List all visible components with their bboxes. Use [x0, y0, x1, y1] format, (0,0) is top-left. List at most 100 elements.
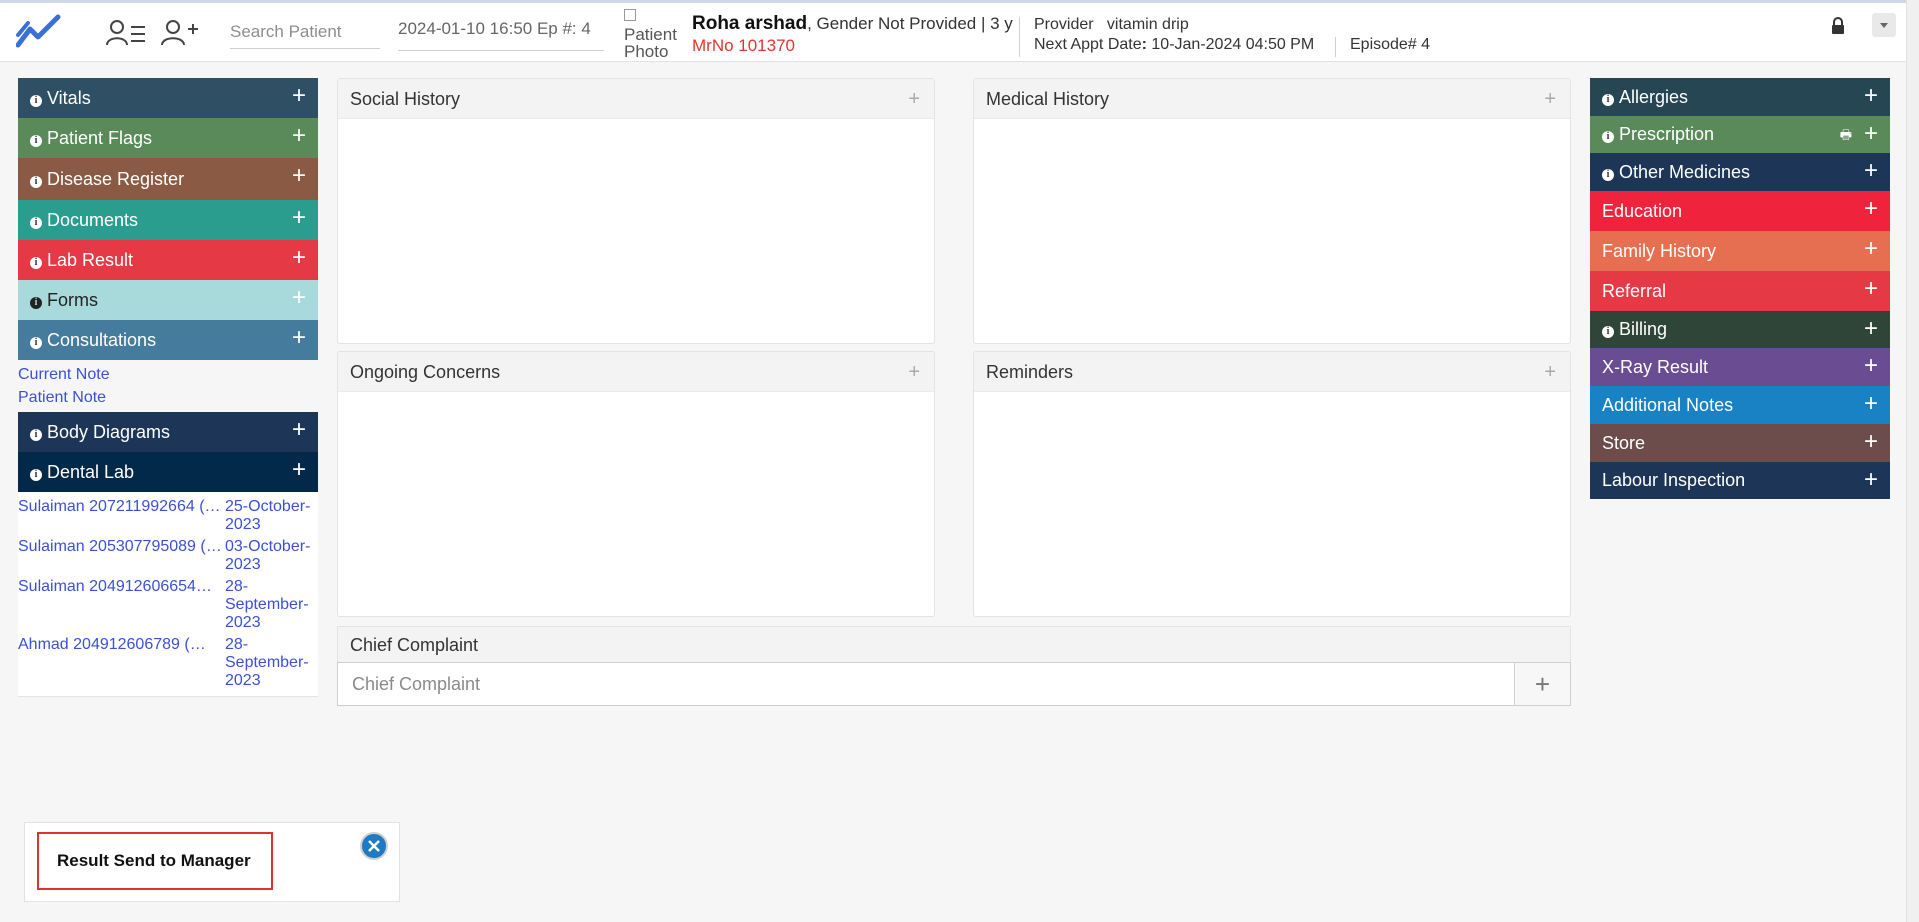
left_menu-item-label: Documents: [47, 210, 139, 230]
appt-label: Next Appt Date: [1034, 36, 1142, 53]
add-icon[interactable]: +: [1864, 462, 1878, 498]
patient-summary: Roha arshad, Gender Not Provided | 3 y: [692, 13, 1013, 35]
patient-list-icon[interactable]: [105, 17, 147, 49]
social-history-panel: Social History +: [337, 78, 935, 344]
link-current-note[interactable]: Current Note: [18, 363, 318, 386]
print-icon[interactable]: 🖶: [1840, 116, 1852, 154]
add-icon[interactable]: +: [1864, 311, 1878, 347]
ongoing-concerns-title: Ongoing Concerns: [350, 362, 501, 382]
link-patient-note[interactable]: Patient Note: [18, 386, 318, 409]
add-icon[interactable]: +: [1864, 386, 1878, 422]
info-icon[interactable]: i: [1602, 94, 1614, 106]
close-icon[interactable]: [359, 831, 389, 861]
patient-photo-alt: Patient Photo: [624, 25, 677, 61]
right_menu-item-other-medicines[interactable]: i Other Medicines +: [1590, 153, 1890, 191]
dental-lab-list: Sulaiman 207211992664 (… 25-October-2023 S…: [18, 492, 318, 697]
left_menu-item-label: Lab Result: [47, 250, 134, 270]
right_menu-item-label: Referral: [1602, 281, 1667, 301]
left_menu-item-disease-register[interactable]: i Disease Register +: [18, 158, 318, 200]
right_menu-item-education[interactable]: Education +: [1590, 191, 1890, 231]
info-icon[interactable]: i: [30, 95, 42, 107]
episode-select[interactable]: 2024-01-10 16:50 Ep #: 4: [398, 15, 604, 51]
right_menu-item-label: Labour Inspection: [1602, 470, 1746, 490]
info-icon[interactable]: i: [30, 469, 42, 481]
add-icon[interactable]: +: [292, 320, 306, 356]
left_menu-item-consultations[interactable]: i Consultations +: [18, 320, 318, 360]
left_menu-item-patient-flags[interactable]: i Patient Flags +: [18, 118, 318, 158]
add-icon[interactable]: +: [292, 412, 306, 448]
right_menu-item-store[interactable]: Store +: [1590, 424, 1890, 462]
info-icon[interactable]: i: [30, 337, 42, 349]
right_menu-item-additional-notes[interactable]: Additional Notes +: [1590, 386, 1890, 424]
left_menu-item-vitals[interactable]: i Vitals +: [18, 78, 318, 118]
provider-info: Provider vitamin drip: [1034, 16, 1189, 34]
list-item[interactable]: Sulaiman 205307795089 (… 03-October-2023: [18, 536, 318, 576]
patient-info: , Gender Not Provided | 3 y: [807, 14, 1013, 33]
info-icon[interactable]: i: [30, 429, 42, 441]
list-item[interactable]: Ahmad 204912606789 (… 28-September-2023: [18, 634, 318, 692]
right_menu-item-referral[interactable]: Referral +: [1590, 271, 1890, 311]
add-icon[interactable]: +: [292, 452, 306, 488]
app-logo-icon[interactable]: [16, 13, 62, 49]
lab-entry-date: 25-October-2023: [225, 498, 311, 533]
reminders-title: Reminders: [986, 362, 1074, 382]
info-icon[interactable]: i: [1602, 169, 1614, 181]
chief-complaint-input[interactable]: [338, 663, 1514, 705]
dropdown-caret-icon[interactable]: [1872, 13, 1896, 37]
add-icon[interactable]: +: [1864, 348, 1878, 384]
right_menu-item-prescription[interactable]: i Prescription 🖶 +: [1590, 116, 1890, 153]
left_menu2-item-dental-lab[interactable]: i Dental Lab +: [18, 452, 318, 492]
right-menu: i Allergies + i Prescription 🖶 + i Other Medicin…: [1590, 78, 1890, 499]
right_menu-item-label: Allergies: [1619, 87, 1689, 107]
lock-icon[interactable]: [1830, 17, 1846, 35]
next-appt-info: Next Appt Date: 10-Jan-2024 04:50 PM: [1034, 36, 1315, 53]
add-icon[interactable]: +: [1864, 424, 1878, 460]
page-scrollbar[interactable]: [1906, 0, 1919, 922]
add-icon[interactable]: +: [1864, 231, 1878, 267]
add-icon[interactable]: +: [292, 280, 306, 316]
add-icon[interactable]: +: [1864, 271, 1878, 307]
provider-label: Provider: [1034, 16, 1094, 33]
appt-value: 10-Jan-2024 04:50 PM: [1151, 36, 1315, 53]
info-icon[interactable]: i: [30, 135, 42, 147]
add-chief-complaint-button[interactable]: +: [1514, 663, 1570, 705]
info-icon[interactable]: i: [1602, 326, 1614, 338]
right_menu-item-billing[interactable]: i Billing +: [1590, 311, 1890, 348]
left_menu-item-label: Consultations: [47, 330, 157, 350]
add-medical-history-icon[interactable]: +: [1544, 79, 1556, 119]
add-reminder-icon[interactable]: +: [1544, 352, 1556, 392]
info-icon[interactable]: i: [30, 217, 42, 229]
right_menu-item-x-ray-result[interactable]: X-Ray Result +: [1590, 348, 1890, 386]
add-icon[interactable]: +: [1864, 153, 1878, 189]
add-icon[interactable]: +: [292, 118, 306, 154]
search-patient-input[interactable]: [230, 15, 380, 49]
left_menu-item-lab-result[interactable]: i Lab Result +: [18, 240, 318, 280]
add-icon[interactable]: +: [1864, 116, 1878, 152]
right_menu-item-labour-inspection[interactable]: Labour Inspection +: [1590, 462, 1890, 499]
medical-history-title: Medical History: [986, 89, 1110, 109]
add-icon[interactable]: +: [292, 78, 306, 114]
left-menu: i Vitals + i Patient Flags + i Disease Register…: [18, 78, 318, 697]
add-icon[interactable]: +: [292, 200, 306, 236]
info-icon[interactable]: i: [30, 257, 42, 269]
left_menu-item-documents[interactable]: i Documents +: [18, 200, 318, 240]
info-icon[interactable]: i: [1602, 131, 1614, 143]
add-ongoing-concern-icon[interactable]: +: [908, 352, 920, 392]
left_menu2-item-body-diagrams[interactable]: i Body Diagrams +: [18, 412, 318, 452]
right_menu-item-family-history[interactable]: Family History +: [1590, 231, 1890, 271]
add-icon[interactable]: +: [1864, 78, 1878, 114]
right_menu-item-label: Billing: [1619, 319, 1668, 339]
social-history-title: Social History: [350, 89, 461, 109]
add-patient-icon[interactable]: [160, 17, 202, 49]
add-icon[interactable]: +: [292, 240, 306, 276]
list-item[interactable]: Sulaiman 204912606654… 28-September-2023: [18, 576, 318, 634]
add-icon[interactable]: +: [1864, 191, 1878, 227]
add-social-history-icon[interactable]: +: [908, 79, 920, 119]
lab-entry-name: Ahmad 204912606789 (…: [18, 636, 206, 653]
info-icon[interactable]: i: [30, 297, 42, 309]
right_menu-item-allergies[interactable]: i Allergies +: [1590, 78, 1890, 116]
list-item[interactable]: Sulaiman 207211992664 (… 25-October-2023: [18, 496, 318, 536]
add-icon[interactable]: +: [292, 158, 306, 194]
left_menu-item-forms[interactable]: i Forms +: [18, 280, 318, 320]
info-icon[interactable]: i: [30, 176, 42, 188]
